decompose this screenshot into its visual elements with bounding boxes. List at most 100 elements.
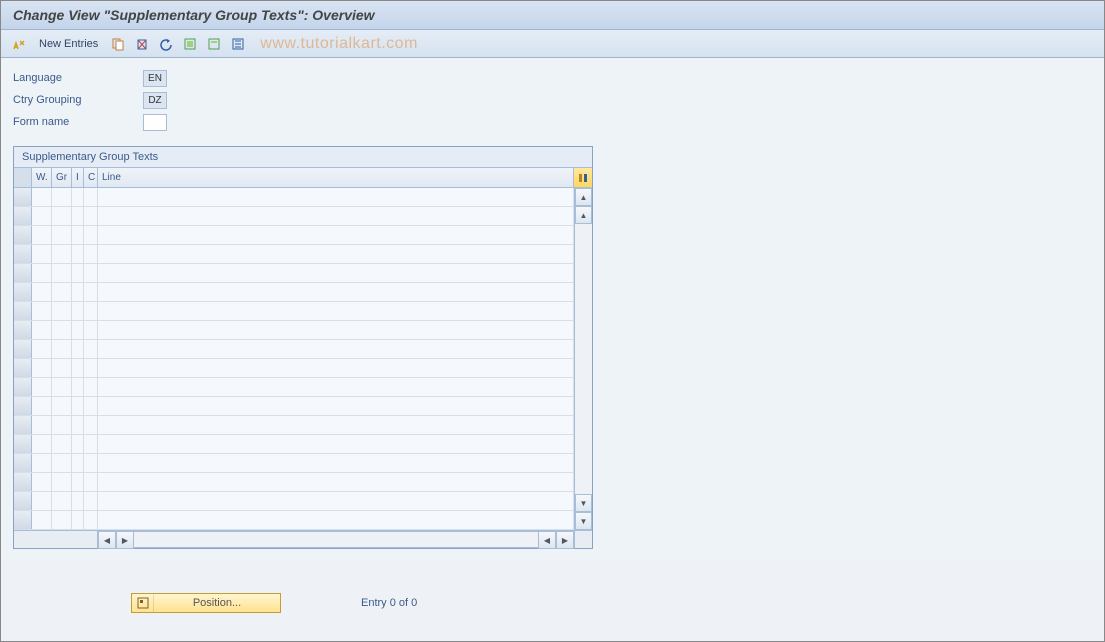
table-row[interactable] — [14, 435, 574, 454]
cell-w[interactable] — [32, 397, 52, 415]
cell-line[interactable] — [98, 283, 574, 301]
cell-line[interactable] — [98, 264, 574, 282]
cell-w[interactable] — [32, 492, 52, 510]
cell-w[interactable] — [32, 511, 52, 529]
table-config-icon[interactable] — [574, 168, 592, 187]
cell-w[interactable] — [32, 226, 52, 244]
cell-line[interactable] — [98, 359, 574, 377]
scroll-down-button[interactable]: ▼ — [575, 494, 592, 512]
table-row[interactable] — [14, 226, 574, 245]
cell-line[interactable] — [98, 226, 574, 244]
row-selector[interactable] — [14, 454, 32, 472]
row-selector[interactable] — [14, 473, 32, 491]
cell-c[interactable] — [84, 473, 98, 491]
table-row[interactable] — [14, 188, 574, 207]
cell-c[interactable] — [84, 454, 98, 472]
select-block-icon[interactable] — [204, 34, 224, 54]
row-selector[interactable] — [14, 207, 32, 225]
new-entries-button[interactable]: New Entries — [33, 35, 104, 53]
cell-c[interactable] — [84, 207, 98, 225]
position-button[interactable]: Position... — [131, 593, 281, 613]
cell-i[interactable] — [72, 340, 84, 358]
column-line[interactable]: Line — [98, 168, 574, 187]
column-c[interactable]: C — [84, 168, 98, 187]
cell-line[interactable] — [98, 416, 574, 434]
table-row[interactable] — [14, 264, 574, 283]
table-row[interactable] — [14, 245, 574, 264]
cell-w[interactable] — [32, 416, 52, 434]
cell-c[interactable] — [84, 435, 98, 453]
cell-c[interactable] — [84, 283, 98, 301]
table-row[interactable] — [14, 454, 574, 473]
cell-gr[interactable] — [52, 264, 72, 282]
delete-icon[interactable] — [132, 34, 152, 54]
cell-i[interactable] — [72, 473, 84, 491]
cell-c[interactable] — [84, 264, 98, 282]
cell-i[interactable] — [72, 264, 84, 282]
cell-gr[interactable] — [52, 454, 72, 472]
cell-line[interactable] — [98, 340, 574, 358]
row-selector[interactable] — [14, 340, 32, 358]
row-selector[interactable] — [14, 378, 32, 396]
column-i[interactable]: I — [72, 168, 84, 187]
table-row[interactable] — [14, 340, 574, 359]
cell-line[interactable] — [98, 207, 574, 225]
scroll-track[interactable] — [575, 224, 592, 494]
row-selector[interactable] — [14, 511, 32, 529]
copy-icon[interactable] — [108, 34, 128, 54]
row-selector[interactable] — [14, 492, 32, 510]
cell-i[interactable] — [72, 359, 84, 377]
cell-w[interactable] — [32, 245, 52, 263]
cell-gr[interactable] — [52, 473, 72, 491]
toggle-edit-icon[interactable] — [9, 34, 29, 54]
cell-c[interactable] — [84, 511, 98, 529]
scroll-right-button[interactable]: ◀ — [538, 531, 556, 549]
scroll-left-button-2[interactable]: ▶ — [116, 531, 134, 549]
cell-i[interactable] — [72, 492, 84, 510]
column-gr[interactable]: Gr — [52, 168, 72, 187]
table-row[interactable] — [14, 416, 574, 435]
cell-c[interactable] — [84, 359, 98, 377]
row-selector[interactable] — [14, 283, 32, 301]
undo-icon[interactable] — [156, 34, 176, 54]
cell-gr[interactable] — [52, 359, 72, 377]
row-selector[interactable] — [14, 416, 32, 434]
cell-line[interactable] — [98, 302, 574, 320]
cell-i[interactable] — [72, 435, 84, 453]
table-row[interactable] — [14, 473, 574, 492]
table-row[interactable] — [14, 207, 574, 226]
cell-w[interactable] — [32, 340, 52, 358]
cell-gr[interactable] — [52, 207, 72, 225]
table-row[interactable] — [14, 492, 574, 511]
row-selector[interactable] — [14, 264, 32, 282]
row-selector[interactable] — [14, 359, 32, 377]
cell-gr[interactable] — [52, 302, 72, 320]
cell-gr[interactable] — [52, 397, 72, 415]
row-selector[interactable] — [14, 435, 32, 453]
cell-c[interactable] — [84, 188, 98, 206]
cell-c[interactable] — [84, 321, 98, 339]
table-row[interactable] — [14, 397, 574, 416]
cell-c[interactable] — [84, 492, 98, 510]
cell-w[interactable] — [32, 454, 52, 472]
cell-i[interactable] — [72, 511, 84, 529]
cell-line[interactable] — [98, 435, 574, 453]
cell-gr[interactable] — [52, 511, 72, 529]
row-selector[interactable] — [14, 397, 32, 415]
cell-c[interactable] — [84, 340, 98, 358]
scroll-up-button[interactable]: ▲ — [575, 188, 592, 206]
cell-w[interactable] — [32, 473, 52, 491]
cell-line[interactable] — [98, 492, 574, 510]
table-row[interactable] — [14, 378, 574, 397]
scroll-left-button[interactable]: ◀ — [98, 531, 116, 549]
cell-c[interactable] — [84, 226, 98, 244]
table-row[interactable] — [14, 359, 574, 378]
cell-i[interactable] — [72, 397, 84, 415]
row-selector[interactable] — [14, 321, 32, 339]
cell-gr[interactable] — [52, 283, 72, 301]
cell-line[interactable] — [98, 454, 574, 472]
form-name-input[interactable] — [143, 114, 167, 131]
cell-i[interactable] — [72, 226, 84, 244]
table-row[interactable] — [14, 321, 574, 340]
cell-line[interactable] — [98, 397, 574, 415]
